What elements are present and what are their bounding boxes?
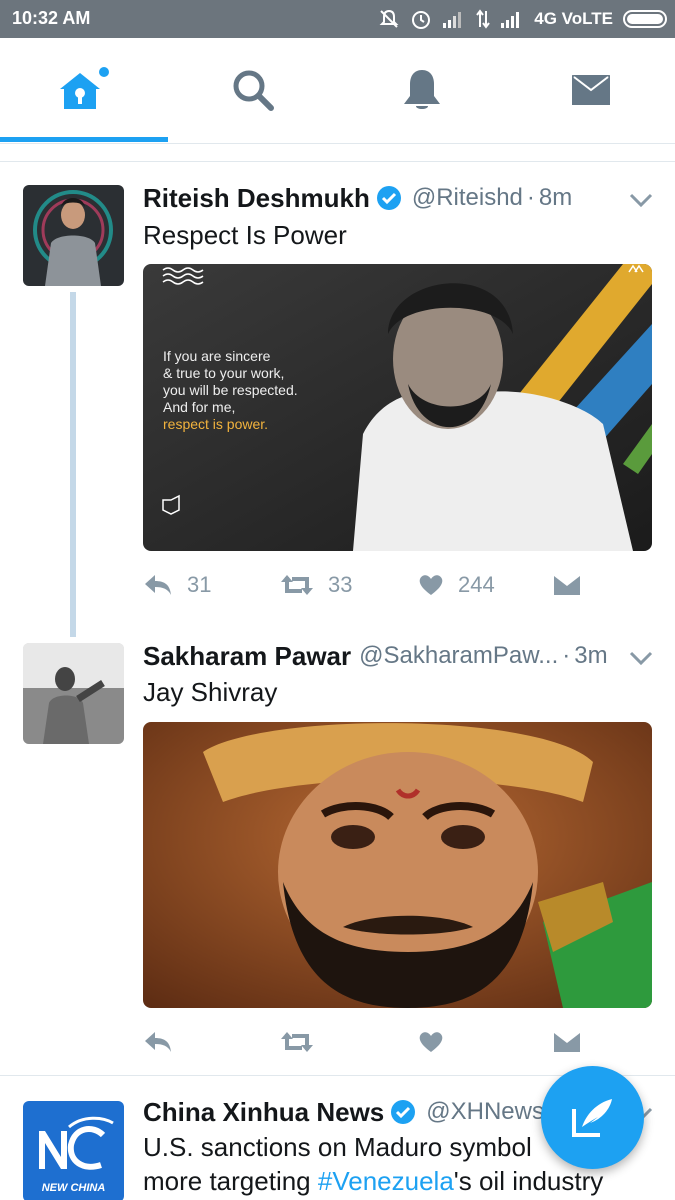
heart-icon (419, 575, 443, 595)
heart-icon (419, 1032, 443, 1052)
envelope-icon (554, 1032, 580, 1052)
reply-button[interactable]: 31 (143, 567, 211, 603)
tweet-sakharam[interactable]: Sakharam Pawar @SakharamPaw... · 3m Jay … (0, 632, 675, 1074)
tweet-image[interactable] (143, 722, 652, 1008)
tweet-text: Respect Is Power (143, 220, 347, 250)
retweet-button[interactable] (280, 1024, 314, 1060)
reply-button[interactable] (143, 1024, 173, 1060)
bell-icon (404, 70, 440, 109)
thread-line (70, 292, 76, 637)
search-icon (233, 70, 274, 111)
avatar[interactable] (23, 643, 124, 744)
tab-messages[interactable] (506, 38, 675, 142)
tab-bar (0, 38, 675, 144)
network-label: 4G VoLTE (534, 9, 613, 28)
tweet-header: Riteish Deshmukh @Riteishd · 8m (143, 182, 572, 214)
tab-search[interactable] (168, 38, 338, 142)
reply-icon (145, 1032, 171, 1052)
quote-line-highlight: respect is power. (163, 416, 269, 432)
avatar[interactable]: NEW CHINA (23, 1101, 124, 1200)
like-button[interactable]: 244 (418, 567, 495, 603)
status-time: 10:32 AM (12, 8, 91, 28)
chevron-down-icon[interactable] (629, 650, 653, 666)
author-handle[interactable]: @Riteishd (412, 184, 523, 212)
active-tab-indicator (0, 137, 168, 142)
tab-bar-shadow (0, 144, 675, 162)
like-button[interactable] (418, 1024, 444, 1060)
signal-icon (443, 12, 462, 28)
separator-dot: · (562, 642, 571, 669)
image-quote: If you are sincere & true to your work, … (163, 348, 298, 433)
text-segment: more targeting (143, 1166, 318, 1196)
tweet-actions (143, 1024, 652, 1060)
status-icons: 4G VoLTE (378, 6, 667, 32)
direct-message-button[interactable] (553, 567, 581, 603)
chevron-down-icon[interactable] (629, 192, 653, 208)
author-handle[interactable]: @XHNews (426, 1098, 544, 1126)
tweet-text-line: more targeting #Venezuela's oil industry (143, 1166, 603, 1197)
author-name[interactable]: China Xinhua News (143, 1097, 384, 1128)
home-icon (60, 67, 109, 109)
tweet-time: 8m (538, 184, 573, 211)
tweet-header: China Xinhua News @XHNews (143, 1096, 544, 1128)
envelope-icon (571, 75, 610, 105)
tweet-text: Jay Shivray (143, 677, 278, 707)
tweet-actions: 31 33 244 (143, 567, 652, 603)
tweet-riteish[interactable]: Riteish Deshmukh @Riteishd · 8m Respect … (0, 162, 675, 637)
retweet-icon (281, 1032, 313, 1052)
reply-icon (145, 575, 171, 595)
quote-line: & true to your work, (163, 365, 285, 381)
tweet-header: Sakharam Pawar @SakharamPaw... · 3m (143, 640, 608, 672)
quote-line: If you are sincere (163, 348, 271, 364)
author-name[interactable]: Sakharam Pawar (143, 641, 351, 672)
avatar[interactable] (23, 185, 124, 286)
tab-home[interactable] (0, 38, 168, 142)
tweet-time: 3m (574, 642, 608, 669)
author-name[interactable]: Riteish Deshmukh (143, 183, 370, 214)
retweet-icon (281, 575, 313, 595)
tab-notifications[interactable] (338, 38, 506, 142)
envelope-icon (554, 575, 580, 595)
compose-feather-icon (571, 1098, 612, 1137)
status-bar: 10:32 AM 4G VoLTE (0, 0, 675, 38)
compose-tweet-button[interactable] (541, 1066, 644, 1169)
battery-icon (623, 10, 667, 28)
avatar-label: NEW CHINA (41, 1182, 106, 1194)
quote-line: you will be respected. (163, 382, 298, 398)
tweet-image[interactable]: If you are sincere & true to your work, … (143, 264, 652, 551)
retweet-button[interactable]: 33 (280, 567, 352, 603)
author-handle[interactable]: @SakharamPaw... (359, 642, 558, 670)
retweet-count: 33 (328, 572, 353, 597)
hashtag-link[interactable]: #Venezuela (318, 1166, 454, 1196)
text-segment: 's oil industry (453, 1166, 604, 1196)
verified-badge-icon (391, 1100, 416, 1124)
quote-line: And for me, (163, 399, 236, 415)
data-arrows-icon (476, 9, 491, 29)
tweet-text-line: U.S. sanctions on Maduro symbol (143, 1132, 532, 1162)
separator-dot: · (526, 184, 535, 211)
like-count: 244 (458, 572, 495, 597)
direct-message-button[interactable] (553, 1024, 581, 1060)
mute-icon (379, 9, 399, 28)
alarm-icon (412, 11, 431, 29)
verified-badge-icon (376, 186, 401, 210)
reply-count: 31 (187, 572, 212, 597)
signal-icon-2 (501, 12, 520, 28)
